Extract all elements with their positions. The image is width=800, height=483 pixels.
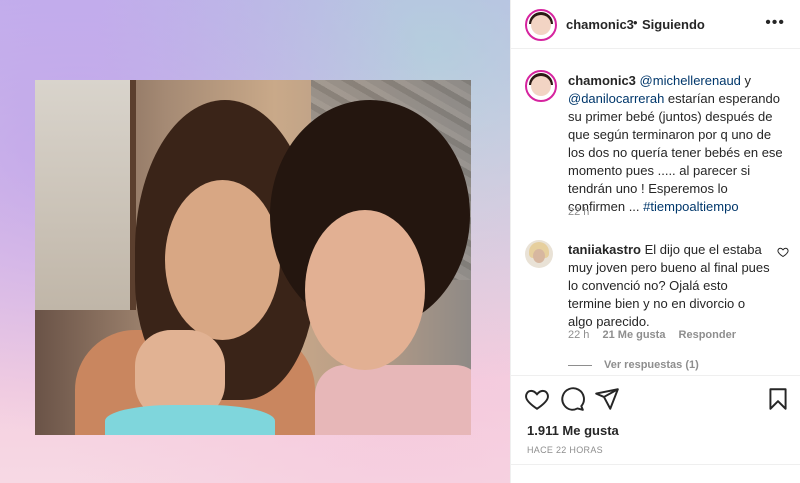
- likes-count[interactable]: 1.911 Me gusta: [527, 423, 619, 438]
- instagram-post-modal: chamonic3 • Siguiendo ••• chamonic3 @mic…: [0, 0, 800, 483]
- author-username[interactable]: chamonic3: [566, 17, 634, 32]
- share-icon[interactable]: [594, 386, 620, 412]
- comment-box-divider: [511, 464, 800, 465]
- photo-woman-face: [165, 180, 280, 340]
- author-avatar[interactable]: [525, 9, 557, 41]
- photo-towel: [105, 405, 275, 435]
- photo-window: [35, 80, 136, 310]
- mention-link[interactable]: @danilocarrerah: [568, 91, 664, 106]
- caption-author-avatar[interactable]: [525, 70, 557, 102]
- comment-meta: 22 h 21 Me gusta Responder: [568, 329, 746, 341]
- view-replies-button[interactable]: Ver respuestas (1): [568, 359, 699, 371]
- post-sidebar: chamonic3 • Siguiendo ••• chamonic3 @mic…: [510, 0, 800, 483]
- post-photo[interactable]: [35, 80, 471, 435]
- caption-text: estarían esperando su primer bebé (junto…: [568, 91, 783, 214]
- comment-like-icon[interactable]: [777, 246, 789, 258]
- comment-body: taniiakastro El dijo que el estaba muy j…: [568, 241, 773, 331]
- action-bar: [511, 375, 800, 426]
- photo-man-face: [305, 210, 425, 370]
- replies-line: [568, 364, 592, 366]
- caption-conjunction: y: [740, 73, 752, 88]
- follow-status-button[interactable]: Siguiendo: [642, 17, 705, 32]
- comment-likes[interactable]: 21 Me gusta: [602, 329, 665, 341]
- heart-icon[interactable]: [524, 386, 550, 412]
- commenter-avatar[interactable]: [525, 240, 553, 268]
- reply-button[interactable]: Responder: [679, 329, 736, 341]
- comment-icon[interactable]: [559, 386, 585, 412]
- photo-man-shirt: [315, 365, 471, 435]
- post-time-ago[interactable]: HACE 22 HORAS: [527, 445, 603, 455]
- post-header: chamonic3 • Siguiendo •••: [511, 0, 800, 49]
- post-media-area: [0, 0, 510, 483]
- commenter-username[interactable]: taniiakastro: [568, 242, 641, 257]
- caption-timestamp[interactable]: 22 h: [568, 206, 589, 218]
- hashtag-link[interactable]: #tiempoaltiempo: [643, 199, 738, 214]
- comment-timestamp[interactable]: 22 h: [568, 329, 589, 341]
- caption-username[interactable]: chamonic3: [568, 73, 636, 88]
- separator-dot: •: [633, 15, 638, 30]
- mention-link[interactable]: @michellerenaud: [640, 73, 741, 88]
- bookmark-icon[interactable]: [765, 386, 791, 412]
- more-options-icon[interactable]: •••: [765, 14, 785, 32]
- view-replies-label: Ver respuestas (1): [604, 359, 699, 371]
- post-caption: chamonic3 @michellerenaud y @danilocarre…: [568, 72, 788, 216]
